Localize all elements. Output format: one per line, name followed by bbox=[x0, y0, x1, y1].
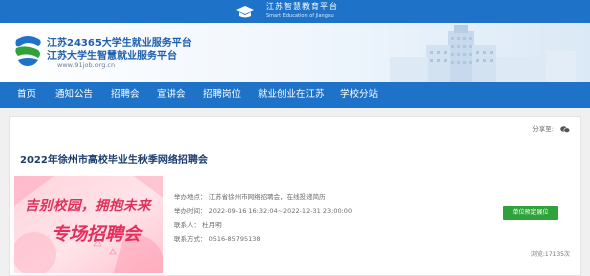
event-time: 举办时间： 2022-09-16 16:32:04~2022-12-31 23:… bbox=[174, 207, 353, 215]
top-bar: 江苏智慧教育平台 Smart Education of Jiangsu bbox=[0, 0, 590, 23]
nav-item-jiangsu-employment[interactable]: 就业创业在江苏 bbox=[258, 88, 325, 102]
wechat-icon[interactable] bbox=[560, 125, 570, 133]
site-name-secondary: 江苏大学生智慧就业服务平台 bbox=[47, 51, 177, 62]
platform-title: 江苏智慧教育平台 bbox=[266, 2, 338, 11]
book-booth-button[interactable]: 单位预定展位 bbox=[503, 206, 558, 220]
nav-item-home[interactable]: 首页 bbox=[17, 88, 36, 102]
share-label: 分享至: bbox=[532, 125, 554, 133]
site-logo-icon[interactable] bbox=[12, 34, 44, 68]
site-header: 江苏24365大学生就业服务平台 江苏大学生智慧就业服务平台 www.91job… bbox=[0, 23, 590, 82]
page-title: 2022年徐州市高校毕业生秋季网络招聘会 bbox=[20, 155, 208, 166]
nav-item-job-posts[interactable]: 招聘岗位 bbox=[203, 88, 241, 102]
event-phone: 联系方式： 0516-85795138 bbox=[174, 235, 261, 243]
nav-item-school-branches[interactable]: 学校分站 bbox=[340, 88, 378, 102]
nav-item-job-fairs[interactable]: 招聘会 bbox=[111, 88, 140, 102]
main-nav: 首页 通知公告 招聘会 宣讲会 招聘岗位 就业创业在江苏 学校分站 bbox=[0, 82, 590, 108]
job-fair-poster: 吉别校园，拥抱未来 专场招聘会 bbox=[14, 176, 163, 273]
site-url: www.91job.org.cn bbox=[57, 61, 116, 69]
nav-item-notices[interactable]: 通知公告 bbox=[55, 88, 93, 102]
campus-building-illustration bbox=[390, 25, 576, 82]
event-location: 举办地点： 江苏省徐州市网络招聘会，在线投递简历 bbox=[174, 193, 326, 201]
view-count: 浏览:17135次 bbox=[530, 251, 570, 258]
job-fair-detail-card: 分享至: 2022年徐州市高校毕业生秋季网络招聘会 吉别校园，拥抱未来 专场招聘… bbox=[9, 116, 581, 276]
poster-slogan: 吉别校园，拥抱未来 bbox=[25, 198, 151, 214]
platform-subtitle: Smart Education of Jiangsu bbox=[266, 13, 334, 19]
nav-item-info-sessions[interactable]: 宣讲会 bbox=[157, 88, 186, 102]
event-contact: 联系人： 杜月明 bbox=[174, 221, 222, 229]
smart-education-logo-icon bbox=[236, 6, 254, 18]
share-bar: 分享至: bbox=[532, 123, 570, 133]
poster-heading: 专场招聘会 bbox=[51, 224, 141, 245]
